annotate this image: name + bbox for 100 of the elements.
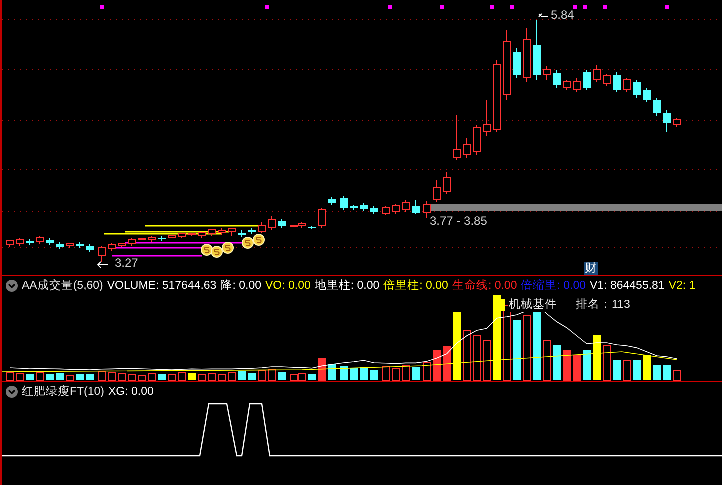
collapse-icon[interactable] (6, 386, 18, 398)
volume-bar (633, 360, 641, 380)
indicator-title: 红肥绿瘦FT(10) (22, 385, 104, 399)
candlestick (76, 242, 84, 248)
high-pointer-icon (538, 14, 548, 18)
volume-bar (16, 373, 24, 381)
volume-bar (318, 358, 326, 381)
volume-bar (238, 371, 246, 380)
candlestick (108, 242, 116, 252)
candlestick (328, 196, 336, 206)
volume-bar (423, 362, 431, 381)
volume-bar (483, 340, 491, 381)
volume-bar (158, 374, 166, 380)
volume-bar (643, 355, 651, 380)
collapse-icon[interactable] (6, 280, 18, 292)
indicator-value: 倍缩里: 0.00 (521, 279, 586, 293)
candlestick (350, 204, 358, 210)
volume-bar (258, 370, 266, 381)
candlestick (443, 172, 451, 194)
candlestick (228, 228, 236, 236)
candlestick (603, 74, 611, 86)
volume-bar (198, 374, 206, 381)
candlestick (473, 124, 481, 156)
candlestick (188, 232, 196, 236)
candlestick (168, 236, 176, 238)
candlestick (360, 202, 368, 212)
volume-bar (26, 374, 34, 380)
candlestick (463, 138, 471, 158)
candlestick (66, 242, 74, 248)
candlestick (653, 98, 661, 116)
volume-bar (593, 335, 601, 380)
volume-bar (248, 373, 256, 380)
price-zone-label: 3.77 - 3.85 (430, 214, 488, 228)
candlestick (370, 206, 378, 214)
volume-bar (108, 372, 116, 381)
volume-bar (118, 373, 126, 381)
volume-bar (533, 310, 541, 380)
candlestick (573, 78, 581, 92)
candlestick (268, 216, 276, 230)
candlestick (623, 78, 631, 92)
volume-bar (433, 350, 441, 381)
candlestick (593, 64, 601, 82)
candlestick (543, 66, 551, 80)
candlestick (513, 48, 521, 78)
candlestick (392, 204, 400, 214)
indicator-value: 生命线: 0.00 (452, 279, 518, 293)
candlestick (663, 110, 671, 132)
candlestick (533, 20, 541, 80)
volume-bar (553, 345, 561, 380)
volume-bar (543, 340, 551, 381)
volume-bar (278, 372, 286, 380)
candlestick (633, 80, 641, 98)
candlestick (16, 238, 24, 246)
candlestick (198, 232, 206, 238)
volume-bar (402, 365, 410, 381)
indicator-value: 倍里柱: 0.00 (384, 279, 448, 293)
candlestick (118, 244, 126, 248)
candlestick (128, 238, 136, 246)
volume-bar (382, 366, 390, 381)
candlestick (208, 228, 216, 236)
volume-bar (66, 375, 74, 381)
volume-bar (76, 374, 84, 380)
candlestick (36, 236, 44, 244)
candlestick (433, 180, 441, 202)
volume-bar (673, 370, 681, 381)
candlestick (98, 246, 106, 262)
volume-bar (603, 345, 611, 381)
candlestick (248, 228, 256, 234)
volume-bar (350, 368, 358, 380)
indicator-value: 降: 0.00 (220, 279, 262, 293)
volume-bar (98, 371, 106, 381)
volume-bar (463, 330, 471, 381)
candlestick (158, 236, 166, 242)
finance-badge[interactable]: 财 (584, 262, 598, 275)
volume-bar (663, 365, 671, 380)
volume-bar (473, 335, 481, 381)
indicator-value: V2: 1 (668, 279, 696, 293)
volume-bar (138, 375, 146, 381)
candlestick (673, 118, 681, 128)
indicator-title: AA成交量(5,60) (22, 279, 104, 293)
low-pointer-icon (97, 262, 108, 268)
candlestick (453, 114, 461, 160)
volume-bar (563, 350, 571, 381)
candlestick (26, 238, 34, 246)
candlestick (86, 244, 94, 252)
candlestick (613, 72, 621, 92)
volume-bar (188, 373, 196, 380)
indicator-value: 地里柱: 0.00 (314, 279, 380, 293)
volume-bar (392, 368, 400, 381)
candlestick (412, 200, 420, 214)
candlestick (318, 208, 326, 228)
indicator-value: VOLUME: 517644.63 (107, 279, 217, 293)
candlestick (402, 200, 410, 212)
volume-bar (583, 350, 591, 380)
volume-bar (36, 372, 44, 381)
candlestick (56, 242, 64, 250)
volume-bar (218, 374, 226, 381)
candlestick (643, 88, 651, 102)
indicator-value: VO: 0.00 (266, 279, 311, 293)
candlestick (382, 206, 390, 216)
